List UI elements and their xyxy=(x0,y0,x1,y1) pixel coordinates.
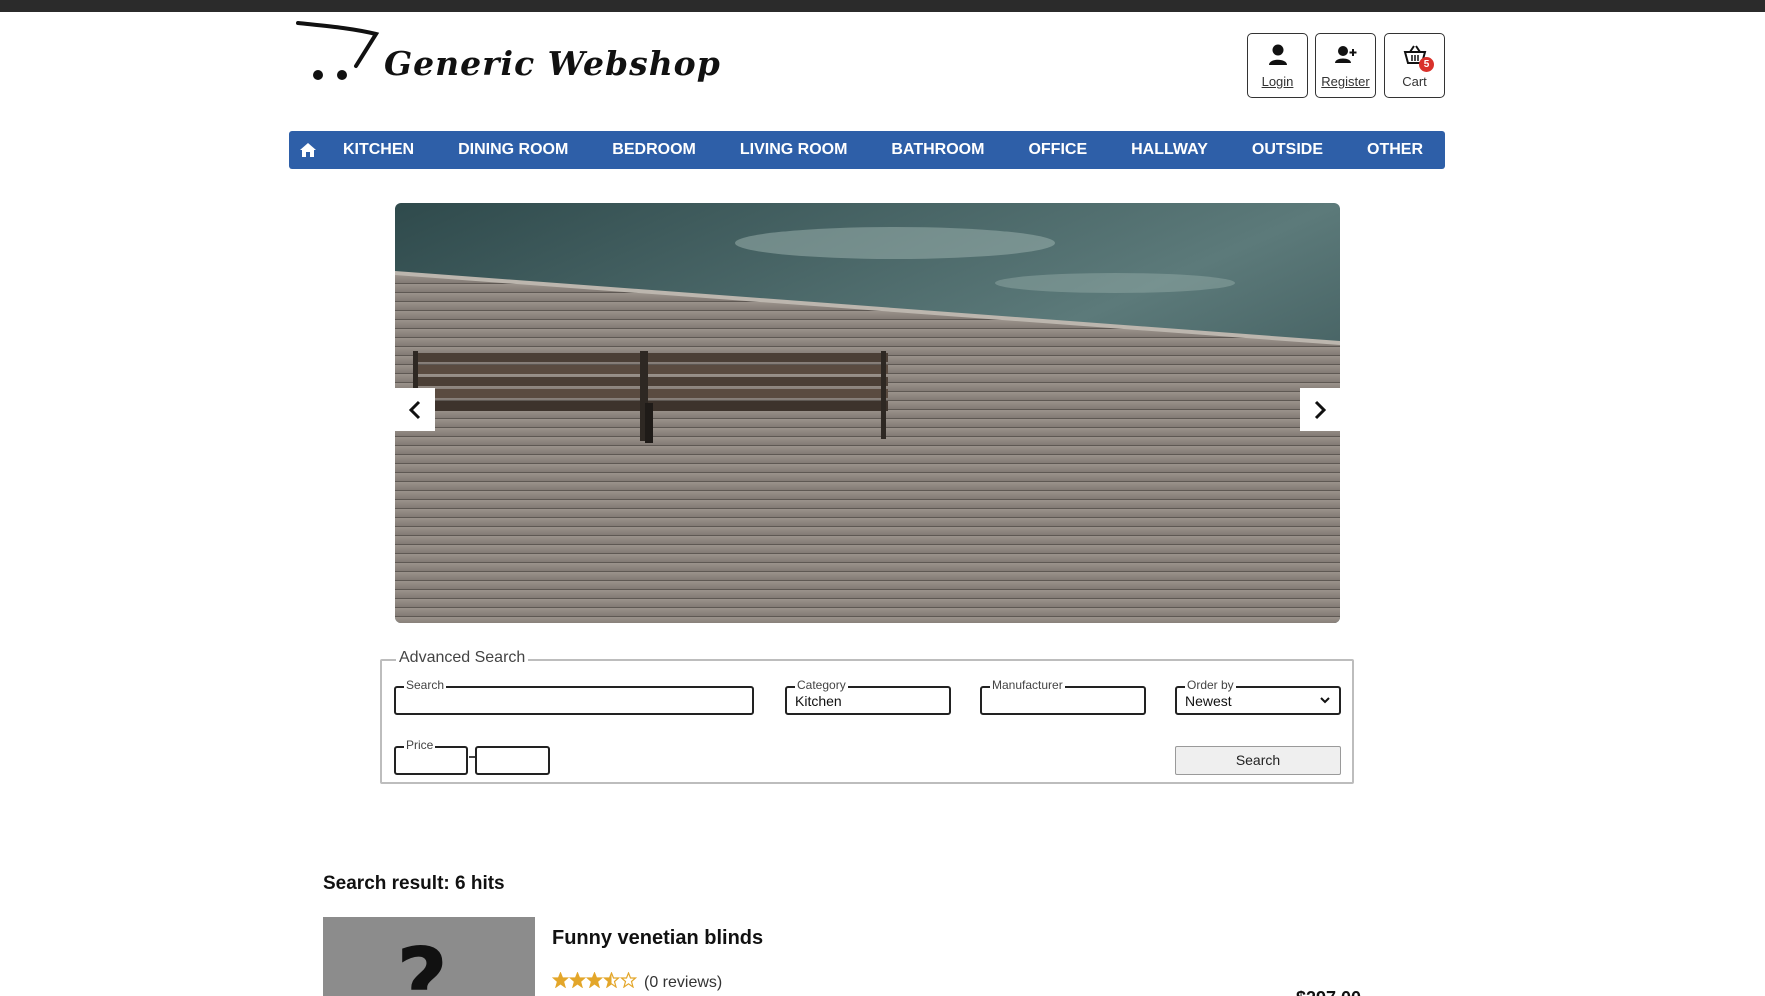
nav-item-outside[interactable]: OUTSIDE xyxy=(1230,131,1345,169)
star-full-icon xyxy=(552,972,569,988)
chevron-right-icon xyxy=(1314,400,1327,419)
price-label: Price xyxy=(404,738,436,752)
user-icon xyxy=(1268,44,1287,65)
star-half-icon xyxy=(603,972,620,988)
nav-item-bedroom[interactable]: BEDROOM xyxy=(590,131,718,169)
cart-button[interactable]: 5 Cart xyxy=(1384,33,1445,98)
carousel-next-button[interactable] xyxy=(1300,388,1340,431)
manufacturer-input-label: Manufacturer xyxy=(990,678,1065,692)
nav-home[interactable] xyxy=(289,131,327,169)
order-by-value: Newest xyxy=(1185,693,1232,709)
product-reviews-count[interactable]: (0 reviews) xyxy=(644,974,722,992)
star-full-icon xyxy=(569,972,586,988)
register-button[interactable]: Register xyxy=(1315,33,1376,98)
star-full-icon xyxy=(586,972,603,988)
home-icon xyxy=(299,143,316,157)
category-input[interactable]: Category Kitchen xyxy=(785,678,951,715)
login-button[interactable]: Login xyxy=(1247,33,1308,98)
advanced-search-panel: Advanced Search Search Category Kitchen … xyxy=(380,649,1354,784)
product-price: $297.00 xyxy=(1296,988,1361,996)
search-input-label: Search xyxy=(404,678,447,692)
search-button[interactable]: Search xyxy=(1175,746,1341,775)
price-min-input[interactable]: Price xyxy=(394,738,468,775)
order-by-label: Order by xyxy=(1185,678,1236,692)
nav-item-hallway[interactable]: HALLWAY xyxy=(1109,131,1230,169)
manufacturer-input[interactable]: Manufacturer xyxy=(980,678,1146,715)
site-logo[interactable]: Generic Webshop xyxy=(296,20,720,84)
product-thumbnail[interactable]: ? xyxy=(323,917,535,996)
register-label: Register xyxy=(1321,74,1370,89)
search-result-heading: Search result: 6 hits xyxy=(323,873,505,894)
star-empty-icon xyxy=(620,972,637,988)
placeholder-image-glyph: ? xyxy=(396,929,449,996)
nav-item-living-room[interactable]: LIVING ROOM xyxy=(718,131,870,169)
order-by-select[interactable]: Order by Newest xyxy=(1175,678,1341,715)
cart-count-badge: 5 xyxy=(1419,57,1434,72)
hero-image xyxy=(395,203,1340,623)
nav-item-other[interactable]: OTHER xyxy=(1345,131,1445,169)
advanced-search-legend: Advanced Search xyxy=(396,649,529,667)
category-input-label: Category xyxy=(795,678,848,692)
nav-item-kitchen[interactable]: KITCHEN xyxy=(327,131,436,169)
search-input[interactable]: Search xyxy=(394,678,754,715)
nav-item-office[interactable]: OFFICE xyxy=(1006,131,1109,169)
hero-carousel xyxy=(395,203,1340,623)
login-label: Login xyxy=(1261,74,1294,89)
chevron-down-icon xyxy=(1320,697,1330,704)
cart-label: Cart xyxy=(1402,74,1427,89)
browser-top-bar xyxy=(0,0,1765,12)
chevron-left-icon xyxy=(408,400,421,419)
cart-logo-icon xyxy=(296,21,380,80)
nav-item-bathroom[interactable]: BATHROOM xyxy=(869,131,1006,169)
nav-item-dining-room[interactable]: DINING ROOM xyxy=(436,131,590,169)
user-plus-icon xyxy=(1334,46,1356,63)
product-rating xyxy=(552,972,637,988)
price-max-input[interactable] xyxy=(475,746,550,775)
product-title[interactable]: Funny venetian blinds xyxy=(552,927,763,950)
main-nav: KITCHEN DINING ROOM BEDROOM LIVING ROOM … xyxy=(289,131,1445,169)
logo-text: Generic Webshop xyxy=(384,44,721,83)
carousel-prev-button[interactable] xyxy=(395,388,435,431)
category-input-value: Kitchen xyxy=(795,693,842,709)
